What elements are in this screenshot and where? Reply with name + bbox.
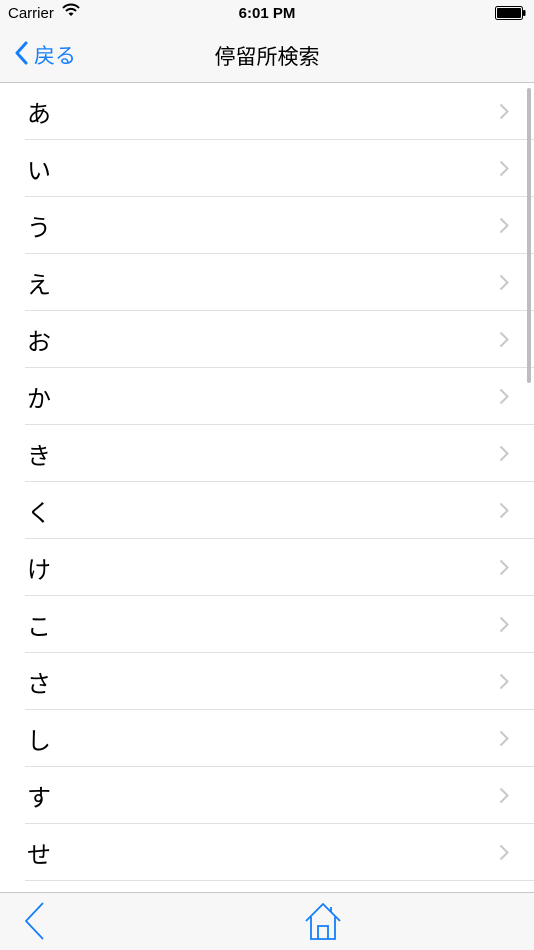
list-item[interactable]: え [0, 254, 534, 311]
list-item-label: き [27, 442, 51, 470]
list-item-label: け [27, 556, 51, 584]
chevron-right-icon [499, 730, 509, 751]
status-bar: Carrier 6:01 PM [0, 0, 534, 28]
list-item[interactable]: く [0, 482, 534, 539]
chevron-right-icon [499, 331, 509, 352]
list-item[interactable]: う [0, 197, 534, 254]
chevron-right-icon [499, 445, 509, 466]
list-item-label: さ [27, 670, 51, 698]
navigation-bar: 戻る 停留所検索 [0, 28, 534, 82]
toolbar-back-button[interactable] [22, 901, 46, 945]
list-item-label: す [27, 784, 51, 812]
chevron-right-icon [499, 388, 509, 409]
chevron-right-icon [499, 616, 509, 637]
bottom-toolbar [0, 892, 534, 950]
list-item-label: い [27, 157, 51, 185]
list-item-label: し [27, 727, 51, 755]
list-item-label: お [27, 328, 51, 356]
scrollbar[interactable] [527, 88, 531, 383]
list-item[interactable]: き [0, 425, 534, 482]
list-item[interactable]: あ [0, 83, 534, 140]
list-item-label: く [27, 499, 51, 527]
list-item-label: あ [27, 100, 51, 128]
chevron-right-icon [499, 274, 509, 295]
list-item[interactable]: こ [0, 596, 534, 653]
list-item-label: う [27, 214, 51, 242]
status-time: 6:01 PM [238, 5, 296, 22]
chevron-right-icon [499, 787, 509, 808]
list-item-label: か [27, 385, 51, 413]
battery-icon [495, 6, 526, 20]
chevron-right-icon [499, 103, 509, 124]
list-item[interactable]: さ [0, 653, 534, 710]
home-button[interactable] [304, 901, 342, 945]
top-bar: Carrier 6:01 PM 戻る 停留所検索 [0, 0, 534, 83]
chevron-right-icon [499, 217, 509, 238]
list-item[interactable]: い [0, 140, 534, 197]
list-item[interactable]: し [0, 710, 534, 767]
chevron-right-icon [499, 673, 509, 694]
list-item[interactable]: お [0, 311, 534, 368]
list-item[interactable]: け [0, 539, 534, 596]
chevron-right-icon [499, 502, 509, 523]
list-item-label: せ [27, 841, 51, 869]
list-item[interactable]: か [0, 368, 534, 425]
kana-list[interactable]: あいうえおかきくけこさしすせ [0, 83, 534, 892]
chevron-right-icon [499, 559, 509, 580]
list-item-label: え [27, 271, 51, 299]
chevron-left-icon [22, 902, 46, 945]
list-item[interactable]: せ [0, 824, 534, 881]
page-title: 停留所検索 [214, 45, 320, 69]
list-item-label: こ [27, 613, 51, 641]
list-item[interactable]: す [0, 767, 534, 824]
chevron-right-icon [499, 844, 509, 865]
home-icon [304, 903, 342, 945]
chevron-right-icon [499, 160, 509, 181]
